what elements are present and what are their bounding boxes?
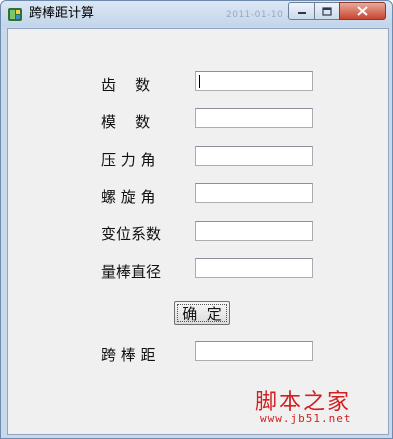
teeth-count-input[interactable] — [195, 71, 313, 91]
title-ghost-text: 2011-01-10 ... — [226, 10, 297, 20]
label-teeth-count: 齿 数 — [101, 76, 151, 94]
pin-diameter-input[interactable] — [195, 258, 313, 278]
label-span-over-pins: 跨 棒 距 — [101, 346, 156, 364]
modification-coefficient-input[interactable] — [195, 221, 313, 241]
module-input[interactable] — [195, 108, 313, 128]
label-module: 模 数 — [101, 113, 151, 131]
maximize-button[interactable] — [314, 2, 340, 20]
helix-angle-input[interactable] — [195, 183, 313, 203]
title-bar[interactable]: 跨棒距计算 2011-01-10 ... — [1, 1, 392, 27]
confirm-button[interactable]: 确 定 — [174, 301, 230, 325]
maximize-icon — [322, 6, 332, 16]
minimize-button[interactable] — [288, 2, 315, 20]
label-modification-coefficient: 变位系数 — [101, 225, 162, 243]
app-window: 跨棒距计算 2011-01-10 ... 齿 数 模 数 压 力 角 螺 旋 角… — [0, 0, 393, 439]
confirm-button-label: 确 定 — [182, 304, 222, 323]
label-pressure-angle: 压 力 角 — [101, 151, 156, 169]
form-area: 齿 数 模 数 压 力 角 螺 旋 角 变位系数 量棒直径 确 定 跨 棒 距 — [7, 28, 389, 435]
minimize-icon — [297, 12, 306, 14]
label-pin-diameter: 量棒直径 — [101, 263, 162, 281]
text-caret — [199, 75, 200, 88]
close-icon — [357, 6, 368, 16]
app-icon — [8, 8, 22, 21]
label-helix-angle: 螺 旋 角 — [101, 188, 156, 206]
watermark-url: www.jb51.net — [260, 412, 352, 425]
close-button[interactable] — [339, 2, 386, 20]
span-over-pins-output[interactable] — [195, 341, 313, 361]
pressure-angle-input[interactable] — [195, 146, 313, 166]
window-title: 跨棒距计算 — [29, 6, 95, 21]
